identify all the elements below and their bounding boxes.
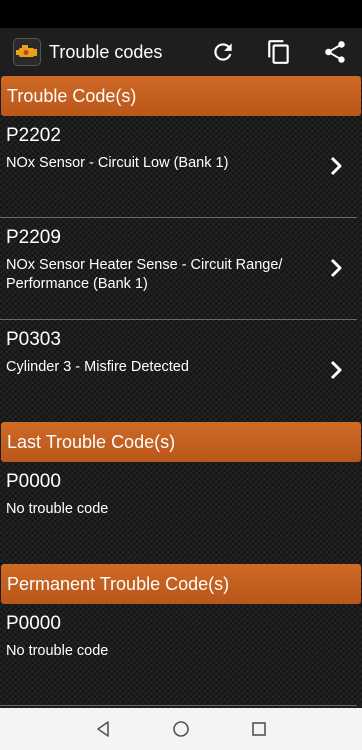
code-id: P0000 (6, 471, 61, 492)
code-id: P0303 (6, 329, 61, 350)
refresh-button[interactable] (202, 31, 244, 73)
page-title: Trouble codes (49, 41, 163, 62)
chevron-right-icon (330, 258, 342, 278)
code-id: P0000 (6, 613, 61, 634)
chevron-right-icon (330, 156, 342, 176)
section-header-trouble-codes: Trouble Code(s) (1, 76, 361, 116)
copy-button[interactable] (258, 31, 300, 73)
code-description: No trouble code (6, 501, 109, 517)
code-item-p0303[interactable]: P0303 Cylinder 3 - Misfire Detected (0, 320, 357, 422)
recents-button[interactable] (220, 708, 298, 750)
app-bar: Trouble codes (0, 28, 362, 76)
recents-icon (252, 722, 266, 736)
code-item-last-p0000: P0000 No trouble code (0, 462, 357, 564)
home-button[interactable] (142, 708, 220, 750)
chevron-right-icon (330, 360, 342, 380)
code-description: Cylinder 3 - Misfire Detected (6, 359, 189, 375)
share-icon (325, 41, 345, 63)
code-item-p2202[interactable]: P2202 NOx Sensor - Circuit Low (Bank 1) (0, 116, 357, 218)
code-id: P2209 (6, 227, 61, 248)
code-item-p2209[interactable]: P2209 NOx Sensor Heater Sense - Circuit … (0, 218, 357, 320)
status-bar (0, 0, 362, 28)
back-icon (97, 721, 109, 737)
refresh-icon (214, 43, 232, 61)
app-logo-icon (13, 38, 41, 66)
system-nav-bar (0, 708, 362, 750)
trouble-codes-list[interactable]: Trouble Code(s) P2202 NOx Sensor - Circu… (0, 76, 362, 708)
code-id: P2202 (6, 125, 61, 146)
home-icon (173, 721, 189, 737)
code-item-permanent-p0000: P0000 No trouble code (0, 604, 357, 706)
code-description: NOx Sensor - Circuit Low (Bank 1) (6, 155, 229, 171)
section-header-last-trouble-codes: Last Trouble Code(s) (1, 422, 361, 462)
copy-icon (268, 40, 289, 64)
share-button[interactable] (314, 31, 356, 73)
section-header-permanent-trouble-codes: Permanent Trouble Code(s) (1, 564, 361, 604)
back-button[interactable] (64, 708, 142, 750)
code-description: No trouble code (6, 643, 109, 659)
code-description: NOx Sensor Heater Sense - Circuit Range/… (6, 257, 283, 292)
